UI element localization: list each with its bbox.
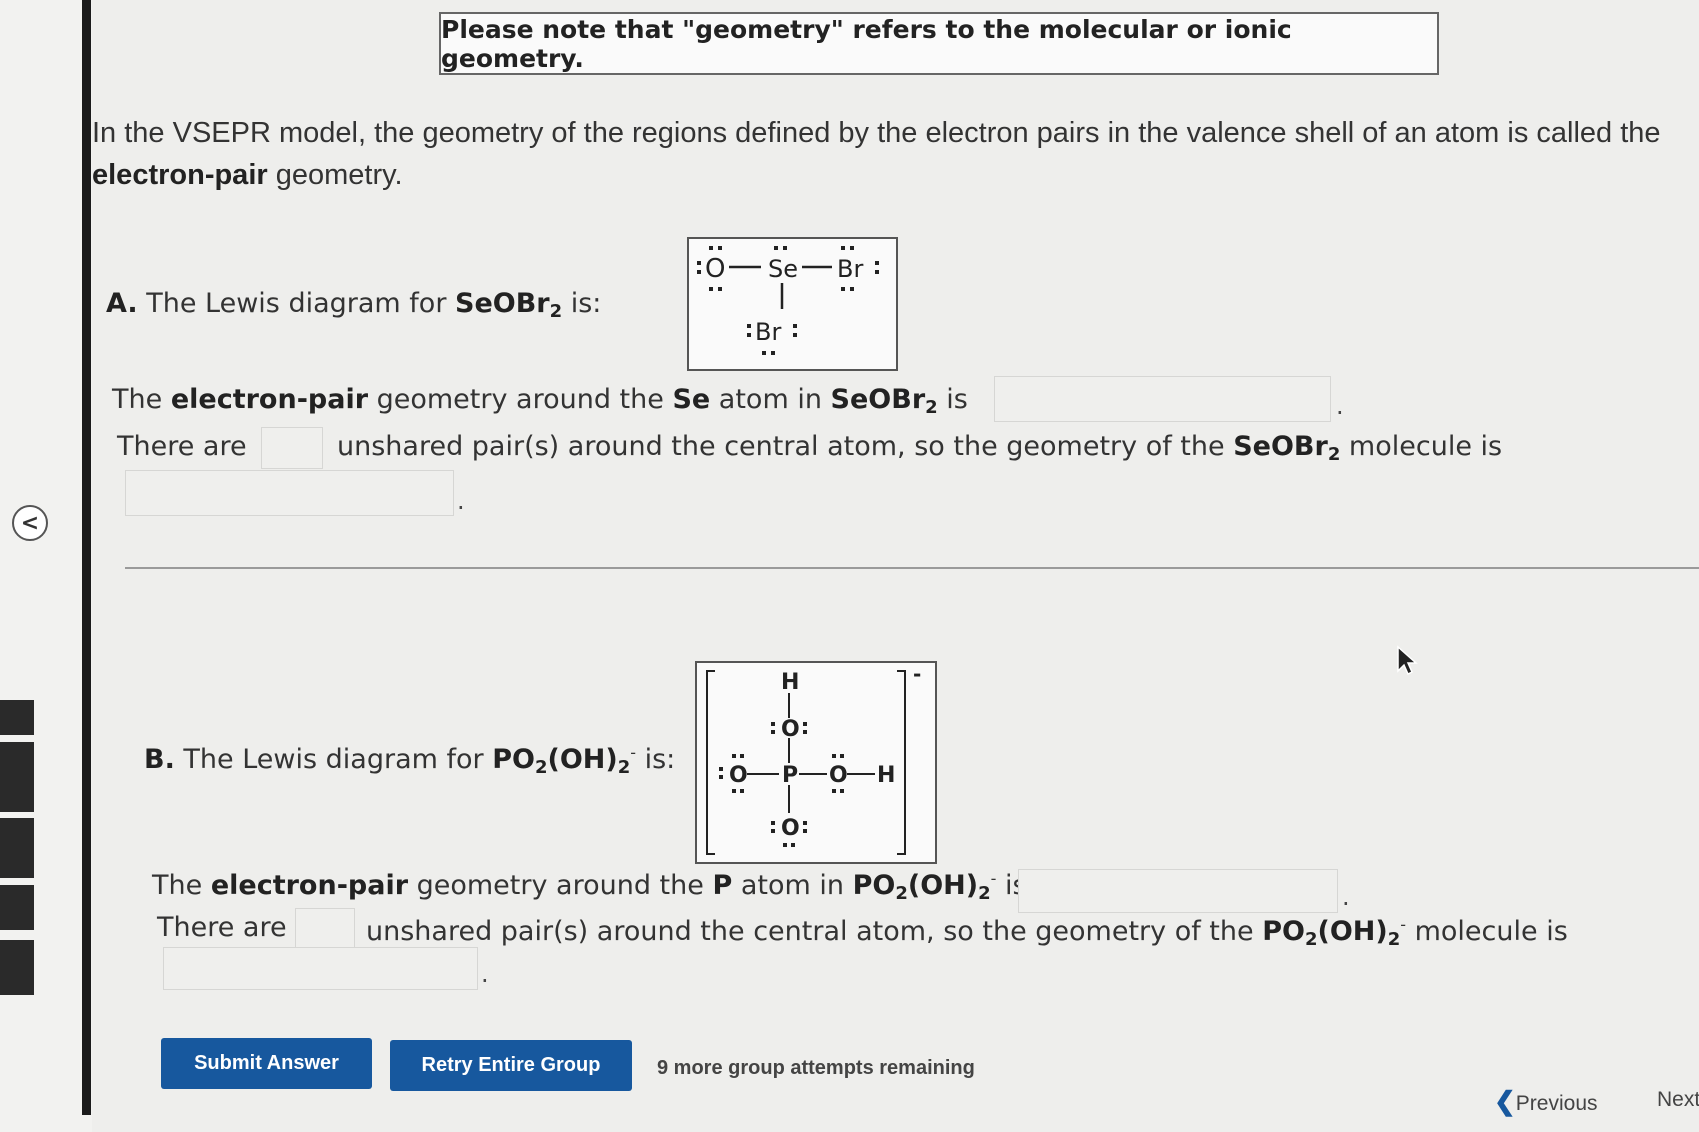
intro-paragraph: In the VSEPR model, the geometry of the …: [92, 117, 1661, 191]
chevron-left-icon: <: [20, 510, 40, 536]
submit-answer-button[interactable]: Submit Answer: [161, 1038, 372, 1089]
lewis-diagram-seobr2: O Se Br Br: [687, 237, 898, 371]
part-b-molecular-question: unshared pair(s) around the central atom…: [366, 915, 1568, 950]
side-tab[interactable]: [0, 742, 34, 812]
part-a-pairs-label: There are: [117, 431, 247, 462]
part-b-electron-pair-geometry-input[interactable]: [1018, 869, 1338, 913]
part-a-prompt: A. The Lewis diagram for SeOBr2 is:: [106, 288, 602, 322]
atom-h: H: [877, 763, 895, 788]
atom-o: O: [781, 717, 800, 742]
atom-o: O: [729, 763, 748, 788]
previous-button[interactable]: ❮Previous: [1494, 1086, 1598, 1117]
atom-h: H: [781, 670, 799, 695]
part-b-unshared-pairs-input[interactable]: [295, 908, 355, 948]
part-a-molecular-question: unshared pair(s) around the central atom…: [337, 431, 1503, 465]
left-divider: [82, 0, 91, 1115]
atom-o: O: [705, 254, 725, 284]
chevron-left-icon: ❮: [1494, 1086, 1516, 1116]
part-a-molecular-geometry-input[interactable]: [125, 470, 454, 516]
part-b-epg-question: The electron-pair geometry around the P …: [152, 869, 1027, 904]
part-a-epg-question: The electron-pair geometry around the Se…: [112, 384, 968, 418]
lewis-diagram-po2oh2: H O O P O H O -: [695, 661, 937, 864]
atom-o: O: [781, 816, 800, 841]
mouse-cursor-icon: [1397, 645, 1418, 676]
part-a-unshared-pairs-input[interactable]: [261, 427, 323, 469]
atom-se: Se: [768, 255, 798, 283]
atom-p: P: [782, 763, 798, 788]
lewis-structure-po2oh2: H O O P O H O -: [706, 662, 921, 855]
period: .: [1336, 392, 1344, 420]
side-tab[interactable]: [0, 700, 34, 735]
collapse-panel-button[interactable]: <: [12, 505, 48, 541]
atom-o: O: [829, 763, 848, 788]
charge: -: [913, 663, 921, 686]
section-divider: [125, 567, 1699, 569]
part-b-pairs-label: There are: [157, 912, 287, 943]
side-tab[interactable]: [0, 940, 34, 995]
period: .: [481, 960, 489, 988]
atom-br: Br: [755, 318, 781, 346]
side-tab[interactable]: [0, 818, 34, 878]
part-a-electron-pair-geometry-input[interactable]: [994, 376, 1331, 422]
atom-br: Br: [837, 255, 863, 283]
side-tab[interactable]: [0, 885, 34, 930]
part-b-molecular-geometry-input[interactable]: [163, 947, 478, 990]
retry-entire-group-button[interactable]: Retry Entire Group: [390, 1040, 632, 1091]
part-b-prompt: B. The Lewis diagram for PO2(OH)2- is:: [144, 743, 676, 778]
next-button[interactable]: Next: [1657, 1088, 1699, 1112]
attempts-remaining: 9 more group attempts remaining: [657, 1057, 975, 1079]
period: .: [1342, 883, 1350, 911]
lewis-structure-seobr2: O Se Br Br: [697, 246, 879, 355]
period: .: [457, 487, 465, 515]
geometry-note: Please note that "geometry" refers to th…: [439, 12, 1439, 75]
